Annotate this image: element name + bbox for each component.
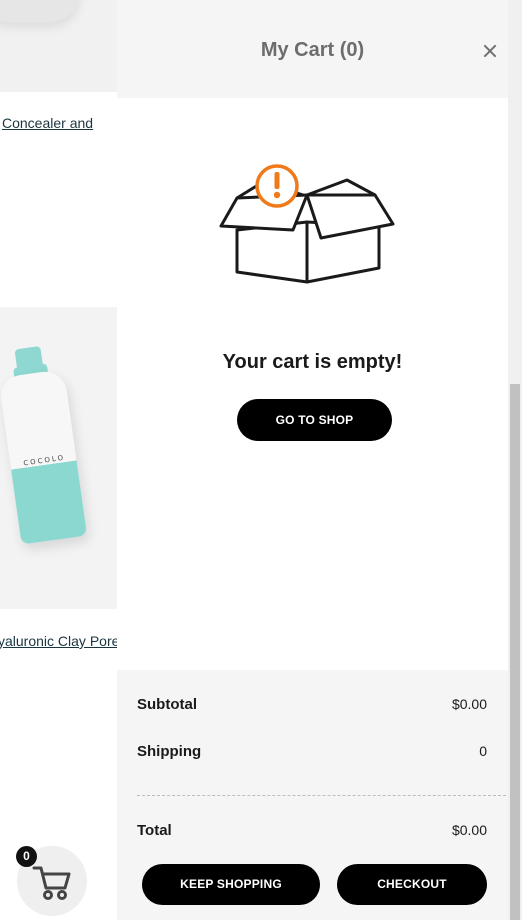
open-box-alert-icon bbox=[219, 164, 395, 284]
checkout-button[interactable]: CHECKOUT bbox=[337, 864, 487, 905]
jar-image bbox=[0, 0, 80, 22]
empty-cart-message: Your cart is empty! bbox=[222, 351, 403, 373]
subtotal-label: Subtotal bbox=[137, 696, 197, 713]
bottle-image: COCOLO bbox=[0, 344, 88, 547]
close-icon[interactable] bbox=[481, 42, 499, 60]
total-value: $0.00 bbox=[451, 822, 487, 838]
shipping-label: Shipping bbox=[137, 743, 202, 760]
product-image-2[interactable]: COCOLO bbox=[0, 307, 117, 609]
background-page: Concealer and COCOLO yaluronic Clay Pore bbox=[0, 0, 117, 920]
total-label: Total bbox=[137, 822, 172, 839]
cart-drawer: My Cart (0) Your cart is empty! GO TO SH… bbox=[117, 0, 508, 920]
cart-title: My Cart (0) bbox=[260, 39, 365, 61]
keep-shopping-button[interactable]: KEEP SHOPPING bbox=[142, 864, 320, 905]
summary-divider bbox=[137, 795, 506, 796]
go-to-shop-button[interactable]: GO TO SHOP bbox=[237, 399, 392, 441]
cart-header: My Cart (0) bbox=[117, 0, 508, 98]
cart-summary: Subtotal $0.00 Shipping 0 Total $0.00 KE… bbox=[117, 670, 508, 920]
scrollbar-thumb[interactable] bbox=[510, 384, 520, 920]
shipping-value: 0 bbox=[479, 743, 487, 759]
product-image-1[interactable] bbox=[0, 0, 117, 92]
cart-icon bbox=[32, 866, 71, 900]
cart-count-badge: 0 bbox=[16, 846, 37, 867]
product-link-2[interactable]: yaluronic Clay Pore bbox=[0, 633, 117, 649]
product-link-1[interactable]: Concealer and bbox=[2, 115, 93, 131]
subtotal-value: $0.00 bbox=[451, 696, 487, 712]
